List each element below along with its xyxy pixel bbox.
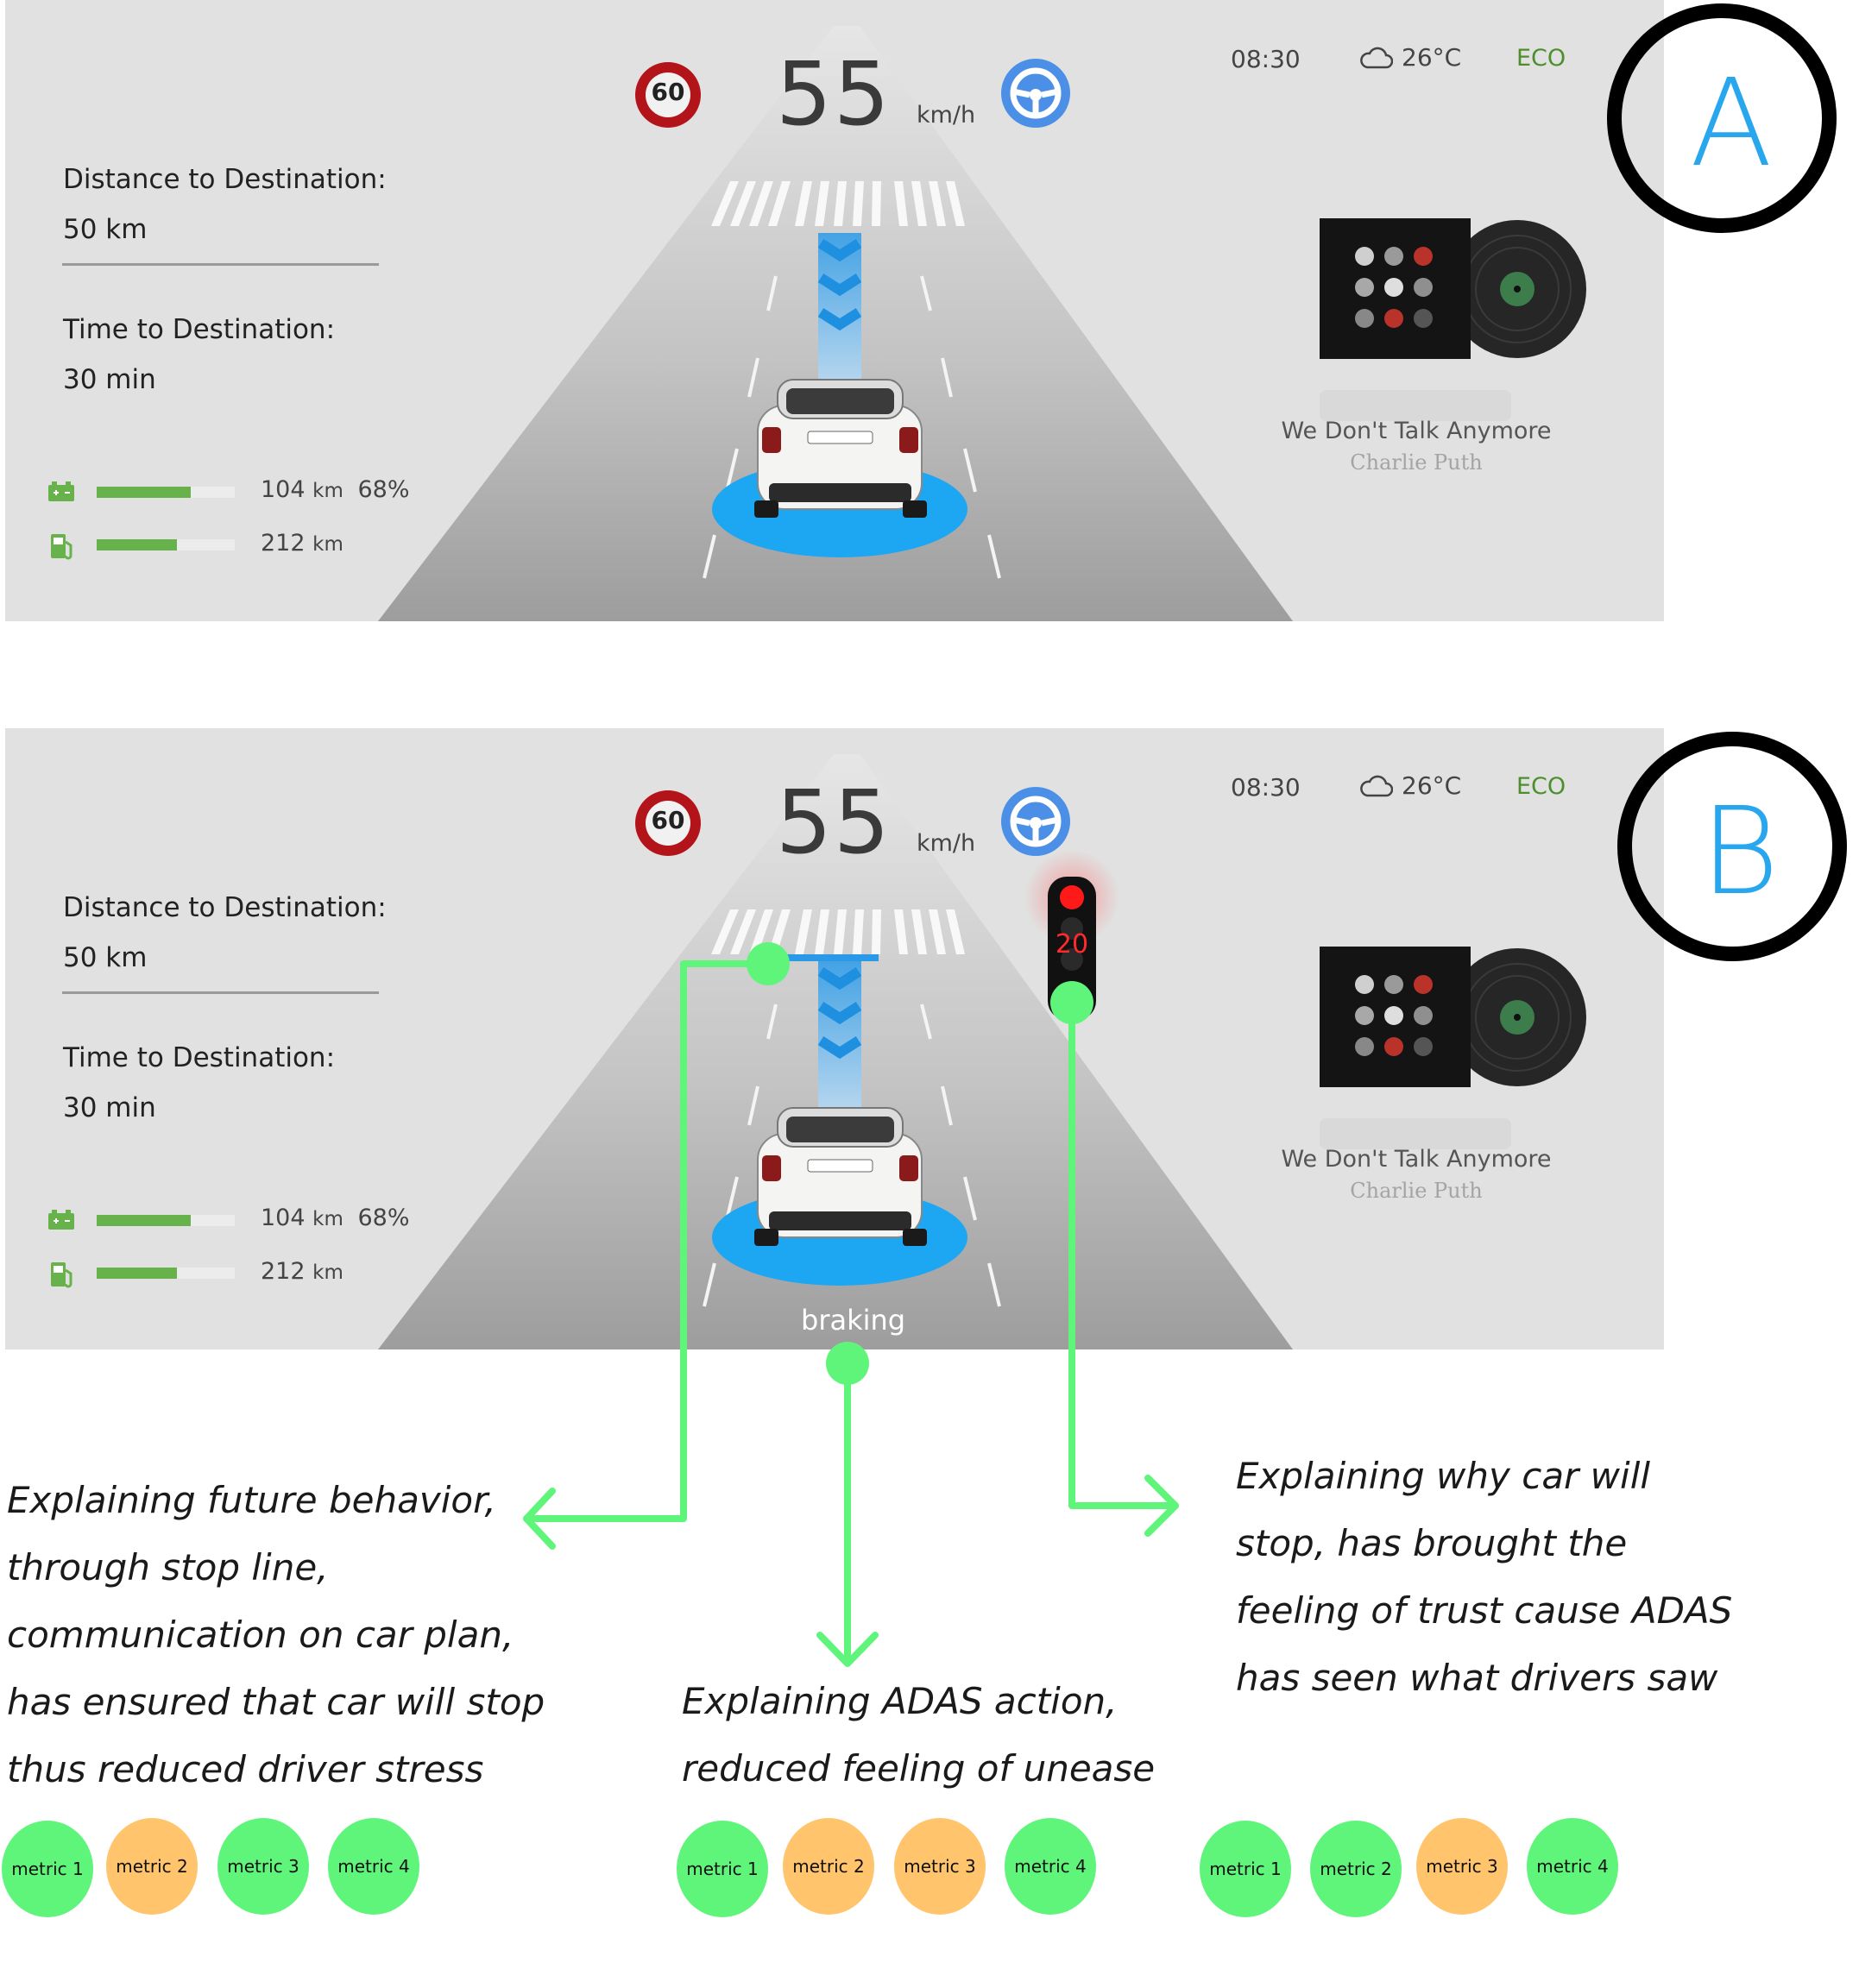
annotation-line: Explaining ADAS action, xyxy=(682,1680,1118,1722)
metric-label: metric 4 xyxy=(337,1856,410,1877)
annotation-adas-action: Explaining ADAS action, reduced feeling … xyxy=(682,1668,1155,1802)
metric-badge: metric 4 xyxy=(328,1818,419,1915)
metric-badge: metric 1 xyxy=(677,1821,768,1917)
annotation-line: Explaining future behavior, xyxy=(7,1479,496,1521)
metric-label: metric 2 xyxy=(1320,1859,1392,1879)
metric-label: metric 1 xyxy=(686,1859,759,1879)
metric-badge: metric 4 xyxy=(1527,1818,1618,1915)
metric-badge: metric 3 xyxy=(217,1818,309,1915)
metric-label: metric 4 xyxy=(1014,1856,1087,1877)
metric-badge: metric 3 xyxy=(1416,1818,1508,1915)
metric-label: metric 3 xyxy=(1426,1856,1498,1877)
metric-badge: metric 2 xyxy=(106,1818,198,1915)
metric-badge: metric 2 xyxy=(1310,1821,1402,1917)
metric-badge: metric 3 xyxy=(894,1818,986,1915)
annotation-future-behavior: Explaining future behavior, through stop… xyxy=(7,1467,545,1803)
metric-badge: metric 1 xyxy=(2,1821,93,1917)
annotation-line: through stop line, xyxy=(7,1546,329,1589)
annotation-line: communication on car plan, xyxy=(7,1614,514,1656)
connector-node-braking xyxy=(826,1342,869,1385)
connector-node-traffic-light xyxy=(1050,981,1093,1024)
connector-traffic-light xyxy=(1068,999,1179,1509)
metric-label: metric 3 xyxy=(904,1856,976,1877)
metric-badge: metric 4 xyxy=(1005,1818,1096,1915)
annotation-line: stop, has brought the xyxy=(1236,1522,1628,1564)
annotation-line: reduced feeling of unease xyxy=(682,1747,1156,1790)
metric-label: metric 2 xyxy=(792,1856,865,1877)
annotation-line: feeling of trust cause ADAS xyxy=(1236,1589,1733,1632)
annotation-line: Explaining why car will xyxy=(1236,1455,1651,1497)
connector-node-stop-line xyxy=(747,942,790,985)
annotation-line: has ensured that car will stop xyxy=(7,1681,545,1723)
metric-label: metric 4 xyxy=(1536,1856,1609,1877)
metric-badge: metric 1 xyxy=(1200,1821,1291,1917)
metric-label: metric 2 xyxy=(116,1856,188,1877)
metric-label: metric 3 xyxy=(227,1856,299,1877)
annotation-line: thus reduced driver stress xyxy=(7,1748,484,1790)
metric-badge: metric 2 xyxy=(783,1818,874,1915)
metric-label: metric 1 xyxy=(11,1859,84,1879)
annotation-why-stop: Explaining why car will stop, has brough… xyxy=(1236,1443,1732,1712)
metric-label: metric 1 xyxy=(1209,1859,1282,1879)
connector-stop-line xyxy=(523,960,772,1522)
annotation-line: has seen what drivers saw xyxy=(1236,1657,1718,1699)
